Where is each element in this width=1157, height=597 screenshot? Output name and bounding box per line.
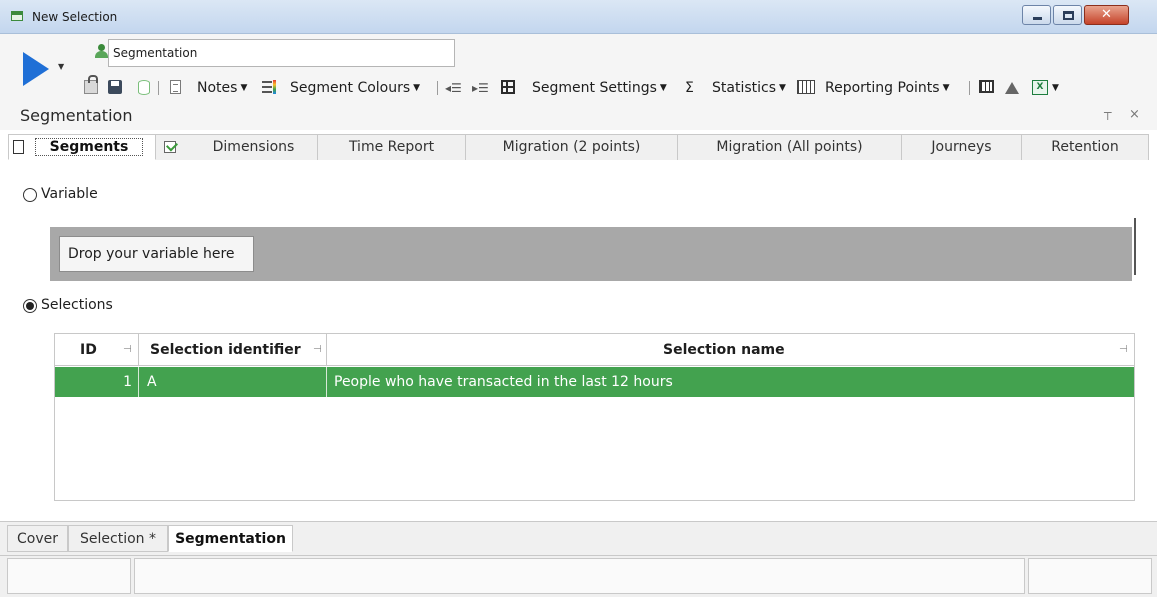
cell-selection-identifier-value: A (147, 374, 157, 390)
window-title: New Selection (32, 10, 118, 24)
segment-settings-icon (501, 80, 515, 94)
tab-migration-all-points-label: Migration (All points) (716, 139, 863, 155)
person-icon (95, 44, 108, 58)
panel-title: Segmentation (20, 106, 133, 125)
excel-export-icon[interactable]: X (1032, 80, 1048, 95)
statistics-button[interactable]: Statistics ▼ (712, 79, 786, 97)
column-header-selection-identifier[interactable]: Selection identifier ⊣ (139, 334, 327, 366)
reporting-points-button[interactable]: Reporting Points ▼ (825, 79, 950, 97)
tab-retention[interactable]: Retention (1022, 134, 1149, 160)
statistics-label: Statistics (712, 80, 776, 96)
cell-selection-identifier: A (139, 367, 327, 397)
run-dropdown-caret[interactable]: ▼ (58, 62, 64, 71)
play-icon[interactable] (23, 52, 49, 86)
column-pin-icon[interactable]: ⊣ (1119, 334, 1128, 366)
lock-icon[interactable] (84, 75, 98, 94)
doc-tab-cover-label: Cover (17, 531, 58, 547)
toolbar-separator (158, 81, 159, 95)
toolbar-separator (969, 81, 970, 95)
tab-migration-all-points[interactable]: Migration (All points) (678, 134, 902, 160)
status-bar (0, 555, 1157, 597)
status-pane (7, 558, 131, 594)
selections-radio[interactable] (23, 299, 37, 313)
tab-time-report-label: Time Report (348, 139, 435, 155)
notes-icon (170, 80, 181, 94)
tab-strip: Segments Dimensions Time Report Migratio… (8, 134, 1149, 160)
segment-settings-button[interactable]: Segment Settings ▼ (532, 79, 667, 97)
column-pin-icon[interactable]: ⊣ (123, 334, 132, 366)
notes-label: Notes (197, 80, 238, 96)
segmentation-name-input[interactable] (108, 39, 455, 67)
tab-segments[interactable]: Segments (8, 134, 156, 160)
segment-settings-label: Segment Settings (532, 80, 657, 96)
doc-tab-segmentation[interactable]: Segmentation (168, 525, 293, 552)
columns-icon[interactable] (979, 80, 994, 93)
column-header-id[interactable]: ID ⊣ (55, 334, 139, 366)
column-pin-icon[interactable]: ⊣ (313, 334, 322, 366)
selections-grid[interactable]: ID ⊣ Selection identifier ⊣ Selection na… (54, 333, 1135, 501)
sigma-icon: Σ (685, 80, 694, 96)
grid-header: ID ⊣ Selection identifier ⊣ Selection na… (55, 334, 1134, 366)
tab-time-report[interactable]: Time Report (318, 134, 466, 160)
column-header-id-label: ID (80, 342, 97, 358)
maximize-icon (1063, 11, 1074, 20)
variable-label: Variable (41, 186, 98, 202)
save-icon[interactable] (108, 80, 122, 94)
tab-migration-2-points[interactable]: Migration (2 points) (466, 134, 678, 160)
cell-selection-name: People who have transacted in the last 1… (327, 367, 1134, 397)
segment-colours-label: Segment Colours (290, 80, 411, 96)
column-header-selection-name[interactable]: Selection name ⊣ (327, 334, 1134, 366)
column-header-selection-identifier-label: Selection identifier (150, 342, 301, 358)
tab-dimensions-label: Dimensions (212, 139, 295, 155)
segment-colours-button[interactable]: Segment Colours ▼ (290, 79, 420, 97)
tab-journeys-label: Journeys (931, 139, 992, 155)
tab-journeys[interactable]: Journeys (902, 134, 1022, 160)
minimize-icon (1033, 17, 1042, 20)
reporting-points-label: Reporting Points (825, 80, 940, 96)
tab-retention-label: Retention (1051, 139, 1119, 155)
table-row[interactable]: 1 A People who have transacted in the la… (55, 367, 1134, 397)
drop-variable-button[interactable]: Drop your variable here (59, 236, 254, 272)
cell-id: 1 (55, 367, 139, 397)
tab-migration-2-points-label: Migration (2 points) (502, 139, 641, 155)
close-button[interactable]: ✕ (1084, 5, 1129, 25)
doc-tab-segmentation-label: Segmentation (175, 531, 286, 547)
indent-icon[interactable]: ▸☰ (472, 79, 489, 97)
doc-tab-selection[interactable]: Selection * (68, 525, 168, 552)
selections-label: Selections (41, 297, 113, 313)
title-bar: New Selection ✕ (0, 0, 1157, 34)
cell-id-value: 1 (123, 374, 132, 390)
window-icon (11, 11, 23, 21)
reporting-points-icon (797, 80, 815, 94)
cell-selection-name-value: People who have transacted in the last 1… (334, 374, 673, 390)
database-icon[interactable] (138, 80, 150, 95)
doc-tab-selection-label: Selection * (80, 531, 156, 547)
variable-radio[interactable] (23, 188, 37, 202)
splitter-line[interactable] (1134, 218, 1136, 275)
doc-tab-cover[interactable]: Cover (7, 525, 68, 552)
status-pane (1028, 558, 1152, 594)
excel-dropdown-caret[interactable]: ▼ (1052, 79, 1059, 97)
segment-colours-icon (262, 80, 276, 94)
close-icon: ✕ (1101, 7, 1112, 22)
column-header-selection-name-label: Selection name (663, 342, 785, 358)
minimize-button[interactable] (1022, 5, 1051, 25)
tab-dimensions[interactable]: Dimensions (156, 134, 318, 160)
pin-icon[interactable]: ⊤ (1103, 110, 1113, 123)
outdent-icon[interactable]: ◂☰ (445, 79, 462, 97)
notes-button[interactable]: Notes ▼ (197, 79, 247, 97)
maximize-button[interactable] (1053, 5, 1082, 25)
tab-segments-label: Segments (34, 138, 144, 156)
chart-icon[interactable] (1005, 82, 1019, 94)
document-tabs: Cover Selection * Segmentation (0, 521, 1157, 555)
document-icon (13, 140, 24, 154)
toolbar-separator (437, 81, 438, 95)
panel-close-icon[interactable]: × (1129, 107, 1140, 122)
status-pane (134, 558, 1025, 594)
checkbox-icon (164, 141, 176, 153)
